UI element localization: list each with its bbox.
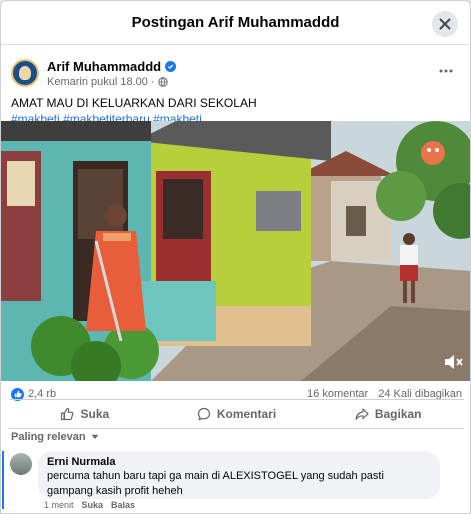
post-modal: Postingan Arif Muhammaddd Arif Muhammadd… [0,0,471,514]
share-button-label: Bagikan [374,407,422,421]
comment-reply-link[interactable]: Balas [111,500,135,510]
verified-badge-icon [165,60,177,72]
share-arrow-icon [355,408,369,420]
comment-like-link[interactable]: Suka [82,500,104,510]
post-caption: AMAT MAU DI KELUARKAN DARI SEKOLAH [11,96,257,110]
chevron-down-icon [91,434,99,439]
comment-footer: 1 menit Suka Balas [44,500,135,510]
post-video[interactable] [1,121,470,381]
comment-button-label: Komentari [216,407,277,421]
author-name[interactable]: Arif Muhammaddd [47,59,161,74]
comment-bubble-icon [197,407,210,421]
comment-time[interactable]: 1 menit [44,500,74,510]
comment-highlight-bar [2,451,4,509]
modal-title: Postingan Arif Muhammaddd [131,14,340,31]
author-avatar[interactable] [11,59,39,87]
modal-header: Postingan Arif Muhammaddd [1,1,470,45]
meta-separator: · [150,75,155,88]
video-frame-image [1,121,470,381]
comment-sort-dropdown[interactable]: Paling relevan [11,429,99,445]
post-timestamp[interactable]: Kemarin pukul 18.00 [47,76,148,88]
speaker-muted-icon [445,355,463,369]
commenter-avatar[interactable] [10,453,32,475]
close-icon [439,18,451,30]
comment-text: percuma tahun baru tapi ga main di ALEXI… [47,470,384,497]
comment-item: Erni Nurmala percuma tahun baru tapi ga … [1,449,470,513]
like-button[interactable]: Suka [9,400,161,428]
globe-icon [157,76,168,87]
like-button-label: Suka [80,407,110,421]
post-header: Arif Muhammaddd Kemarin pukul 18.00 · [1,53,470,93]
sort-label: Paling relevan [11,431,86,443]
more-options-icon [439,69,453,73]
mute-toggle-button[interactable] [442,351,464,373]
comment-button[interactable]: Komentari [161,400,313,428]
commenter-name[interactable]: Erni Nurmala [47,456,431,468]
thumbs-up-icon [61,407,74,421]
comment-bubble: Erni Nurmala percuma tahun baru tapi ga … [38,451,440,499]
more-options-button[interactable] [436,63,456,79]
post-action-bar: Suka Komentari Bagikan [9,399,464,429]
share-button[interactable]: Bagikan [312,400,464,428]
close-button[interactable] [432,11,458,37]
